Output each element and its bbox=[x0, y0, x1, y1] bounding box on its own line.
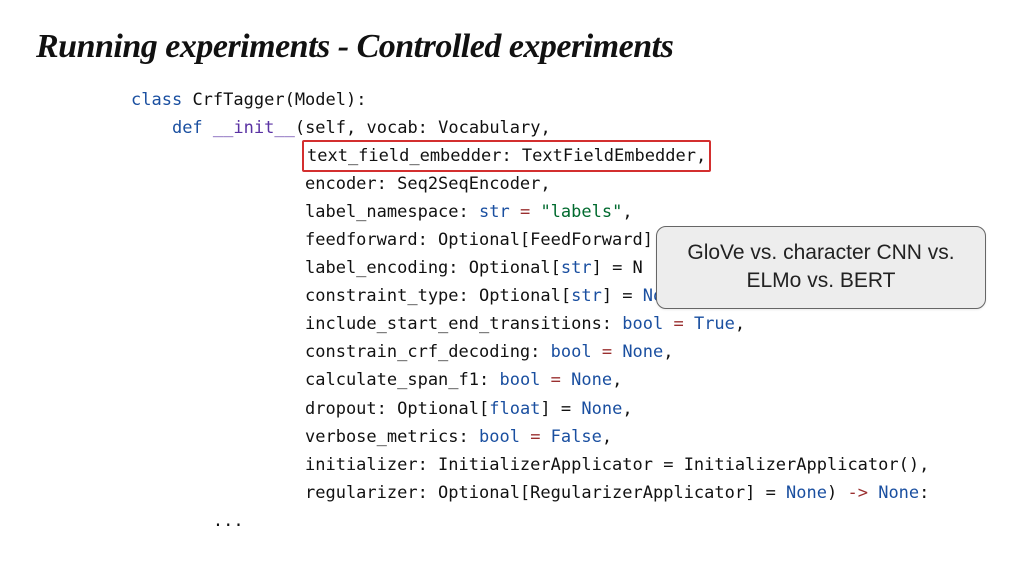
val-true: True bbox=[694, 314, 735, 334]
constraint-type-tail: ] = bbox=[602, 286, 643, 306]
eq-op: = bbox=[520, 427, 551, 447]
param-calc-span-f1: calculate_span_f1: bbox=[305, 370, 499, 390]
param-label-namespace: label_namespace: bbox=[305, 202, 479, 222]
param-initializer: initializer: InitializerApplicator = Ini… bbox=[305, 455, 919, 475]
param-encoder: encoder: Seq2SeqEncoder bbox=[305, 174, 540, 194]
class-keyword: class bbox=[131, 90, 182, 110]
val-none: None bbox=[571, 370, 612, 390]
param-self: self bbox=[305, 118, 346, 138]
init-name: __init__ bbox=[213, 118, 295, 138]
param-label-encoding: label_encoding: Optional[ bbox=[305, 258, 561, 278]
type-bool: bool bbox=[551, 342, 592, 362]
val-none: None bbox=[878, 483, 919, 503]
eq-op: = bbox=[592, 342, 623, 362]
class-name: CrfTagger bbox=[192, 90, 284, 110]
comma: , bbox=[735, 314, 745, 334]
param-constraint-type: constraint_type: Optional[ bbox=[305, 286, 571, 306]
comma: , bbox=[622, 202, 632, 222]
val-none: None bbox=[622, 342, 663, 362]
type-float: float bbox=[489, 399, 540, 419]
slide: Running experiments - Controlled experim… bbox=[0, 0, 1026, 575]
slide-title: Running experiments - Controlled experim… bbox=[36, 28, 990, 66]
eq-op: = bbox=[540, 370, 571, 390]
param-regularizer: regularizer: Optional[RegularizerApplica… bbox=[305, 483, 786, 503]
val-false: False bbox=[551, 427, 602, 447]
comma: , bbox=[663, 342, 673, 362]
type-str: str bbox=[479, 202, 510, 222]
type-bool: bool bbox=[622, 314, 663, 334]
type-bool: bool bbox=[499, 370, 540, 390]
param-dropout: dropout: Optional[ bbox=[305, 399, 489, 419]
comma: , bbox=[919, 455, 929, 475]
param-text-field-embedder: text_field_embedder: TextFieldEmbedder bbox=[307, 146, 696, 166]
label-encoding-tail: ] = N bbox=[592, 258, 643, 278]
base-class: Model bbox=[295, 90, 346, 110]
type-str: str bbox=[561, 258, 592, 278]
param-constrain-crf: constrain_crf_decoding: bbox=[305, 342, 551, 362]
highlight-box: text_field_embedder: TextFieldEmbedder, bbox=[302, 140, 711, 172]
type-bool: bool bbox=[479, 427, 520, 447]
comma: , bbox=[602, 427, 612, 447]
code-block: class CrfTagger(Model): def __init__(sel… bbox=[131, 86, 990, 535]
eq-op: = bbox=[510, 202, 541, 222]
str-labels: "labels" bbox=[540, 202, 622, 222]
type-str: str bbox=[571, 286, 602, 306]
param-verbose-metrics: verbose_metrics: bbox=[305, 427, 479, 447]
dropout-tail: ] = bbox=[540, 399, 581, 419]
comma: , bbox=[612, 370, 622, 390]
val-none: None bbox=[581, 399, 622, 419]
ellipsis: ... bbox=[213, 511, 244, 531]
comma: , bbox=[622, 399, 632, 419]
def-keyword: def bbox=[172, 118, 203, 138]
param-feedforward: feedforward: Optional[FeedForward] bbox=[305, 230, 653, 250]
param-vocab: vocab: Vocabulary bbox=[367, 118, 541, 138]
param-include-start-end: include_start_end_transitions: bbox=[305, 314, 622, 334]
return-arrow: -> bbox=[837, 483, 878, 503]
eq-op: = bbox=[663, 314, 694, 334]
val-none: None bbox=[786, 483, 827, 503]
callout-box: GloVe vs. character CNN vs. ELMo vs. BER… bbox=[656, 226, 986, 309]
